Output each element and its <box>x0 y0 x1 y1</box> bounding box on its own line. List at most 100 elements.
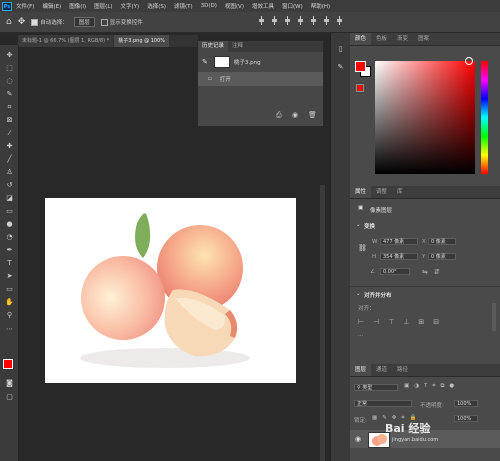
eraser-tool-icon[interactable]: ◪ <box>5 194 14 202</box>
tab-adjustments[interactable]: 调整 <box>371 186 392 198</box>
path-select-icon[interactable]: ➤ <box>5 272 14 280</box>
quick-mask-icon[interactable]: ◙ <box>5 379 14 387</box>
frame-tool-icon[interactable]: ⊠ <box>5 116 14 124</box>
tab-layers[interactable]: 图层 <box>350 364 372 376</box>
quick-select-tool-icon[interactable]: ✎ <box>5 90 14 98</box>
menu-image[interactable]: 图像(I) <box>65 2 90 10</box>
properties-scrollbar[interactable] <box>492 303 496 331</box>
blur-tool-icon[interactable]: ● <box>5 220 14 228</box>
tab-patterns[interactable]: 图案 <box>413 33 434 45</box>
align-left-icon[interactable] <box>258 16 265 25</box>
auto-select-group: 自动选择： <box>31 18 68 26</box>
more-options-icon[interactable] <box>336 16 343 25</box>
link-icon[interactable]: ⛓ <box>358 244 367 252</box>
home-icon[interactable]: ⌂ <box>6 17 12 27</box>
visibility-eye-icon[interactable]: ◉ <box>355 435 361 443</box>
type-tool-icon[interactable]: T <box>5 259 14 267</box>
angle-field[interactable]: 0.00° <box>380 268 410 275</box>
menu-view[interactable]: 视图(V) <box>221 2 248 10</box>
healing-brush-icon[interactable]: ✚ <box>5 142 14 150</box>
marquee-tool-icon[interactable]: ⬚ <box>5 64 14 72</box>
more-align-icon[interactable]: ⋯ <box>358 333 364 339</box>
menu-file[interactable]: 文件(F) <box>12 2 38 10</box>
width-field[interactable]: 477 像素 <box>380 238 418 245</box>
align-middle-icon[interactable] <box>310 16 317 25</box>
move-tool-icon[interactable]: ✥ <box>5 51 14 59</box>
tab-peach[interactable]: 桃子3.png @ 100% <box>114 35 169 47</box>
align-top-icon[interactable] <box>297 16 304 25</box>
history-panel-icon[interactable]: ▯ <box>336 45 345 53</box>
hand-tool-icon[interactable]: ✋ <box>5 298 14 306</box>
camera-icon[interactable]: ◉ <box>292 111 298 119</box>
tab-color[interactable]: 颜色 <box>350 33 372 45</box>
menu-edit[interactable]: 编辑(E) <box>38 2 65 10</box>
gradient-tool-icon[interactable]: ▭ <box>5 207 14 215</box>
gamut-warning-icon[interactable] <box>356 84 364 92</box>
align-right-icon[interactable] <box>284 16 291 25</box>
menu-help[interactable]: 帮助(H) <box>307 2 334 10</box>
history-brush-icon[interactable]: ↺ <box>5 181 14 189</box>
menu-3d[interactable]: 3D(D) <box>197 3 221 9</box>
fill-field[interactable]: 100% <box>454 415 478 422</box>
menu-window[interactable]: 窗口(W) <box>278 2 307 10</box>
y-field[interactable]: 0 像素 <box>428 253 456 260</box>
opacity-field[interactable]: 100% <box>454 400 478 407</box>
transform-chevron-icon[interactable]: ⌄ <box>356 222 361 228</box>
tab-comments[interactable]: 注释 <box>228 41 247 52</box>
align-center-icon[interactable] <box>271 16 278 25</box>
document-tabs: 未标题-1 @ 66.7% (图层 1, RGB/8) * 桃子3.png @ … <box>18 35 198 47</box>
dodge-tool-icon[interactable]: ◔ <box>5 233 14 241</box>
new-document-icon[interactable]: ⎙ <box>276 111 282 120</box>
foreground-color-swatch[interactable] <box>3 359 13 369</box>
panel-icon-strip: ▯ ✎ <box>330 33 351 461</box>
pen-tool-icon[interactable]: ✒ <box>5 246 14 254</box>
auto-select-checkbox[interactable] <box>31 19 39 26</box>
menu-filter[interactable]: 滤镜(T) <box>170 2 197 10</box>
align-chevron-icon[interactable]: ⌄ <box>356 291 361 297</box>
align-bottom-icon[interactable] <box>323 16 330 25</box>
foreground-color[interactable] <box>355 61 366 72</box>
height-field[interactable]: 354 像素 <box>380 253 418 260</box>
auto-select-dropdown[interactable]: 图层 <box>73 17 95 27</box>
align-icons-row[interactable]: ⊢⊣⊤⊥⊞⊟ <box>358 318 448 326</box>
tab-libraries[interactable]: 库 <box>392 186 408 198</box>
hue-slider[interactable] <box>481 61 488 174</box>
canvas-scrollbar[interactable] <box>320 185 325 461</box>
move-tool-icon[interactable]: ✥ <box>18 17 26 27</box>
rectangle-tool-icon[interactable]: ▭ <box>5 285 14 293</box>
comment-panel-icon[interactable]: ✎ <box>336 63 345 71</box>
color-field[interactable] <box>375 61 475 174</box>
crop-tool-icon[interactable]: ⌗ <box>5 103 14 111</box>
history-snapshot[interactable]: ✎ 桃子3.png <box>198 52 323 72</box>
tab-history[interactable]: 历史记录 <box>198 41 229 52</box>
brush-tool-icon[interactable]: ╱ <box>5 155 14 163</box>
tab-gradients[interactable]: 渐变 <box>392 33 413 45</box>
tab-properties[interactable]: 属性 <box>350 186 372 198</box>
menu-type[interactable]: 文字(Y) <box>117 2 144 10</box>
show-transform-checkbox[interactable] <box>100 19 108 26</box>
blend-mode-dropdown[interactable]: 正常 <box>354 400 412 407</box>
screen-mode-icon[interactable]: ▢ <box>5 393 14 401</box>
layer-filter-icons[interactable]: ▣◑T⌗⧉● <box>404 383 459 390</box>
flip-vertical-icon[interactable]: ⇵ <box>434 268 440 276</box>
document-canvas[interactable] <box>45 198 296 383</box>
menu-select[interactable]: 选择(S) <box>143 2 170 10</box>
clone-stamp-icon[interactable]: ♙ <box>5 168 14 176</box>
flip-horizontal-icon[interactable]: ⇋ <box>422 268 428 276</box>
tab-channels[interactable]: 通道 <box>371 364 392 376</box>
eyedropper-tool-icon[interactable]: ⁄ <box>5 129 14 137</box>
zoom-tool-icon[interactable]: ⚲ <box>5 311 14 319</box>
tab-untitled[interactable]: 未标题-1 @ 66.7% (图层 1, RGB/8) * <box>18 35 114 47</box>
layer-filter-dropdown[interactable]: ⚲ 类型 <box>354 384 398 391</box>
lasso-tool-icon[interactable]: ◌ <box>5 77 14 85</box>
trash-icon[interactable]: 🗑 <box>308 111 317 119</box>
x-field[interactable]: 0 像素 <box>428 238 456 245</box>
color-picker-cursor[interactable] <box>465 57 473 65</box>
right-panels: 颜色 色板 渐变 图案 属性 调整 库 ▣ 像素图层 ⌄ 变换 ⛓ W 477 … <box>350 33 500 461</box>
menu-plugins[interactable]: 增效工具 <box>248 2 278 10</box>
tab-swatches[interactable]: 色板 <box>371 33 392 45</box>
tab-paths[interactable]: 路径 <box>392 364 413 376</box>
edit-toolbar-icon[interactable]: ⋯ <box>5 325 14 333</box>
history-step[interactable]: ▫ 打开 <box>198 72 323 86</box>
menu-layer[interactable]: 图层(L) <box>90 2 116 10</box>
